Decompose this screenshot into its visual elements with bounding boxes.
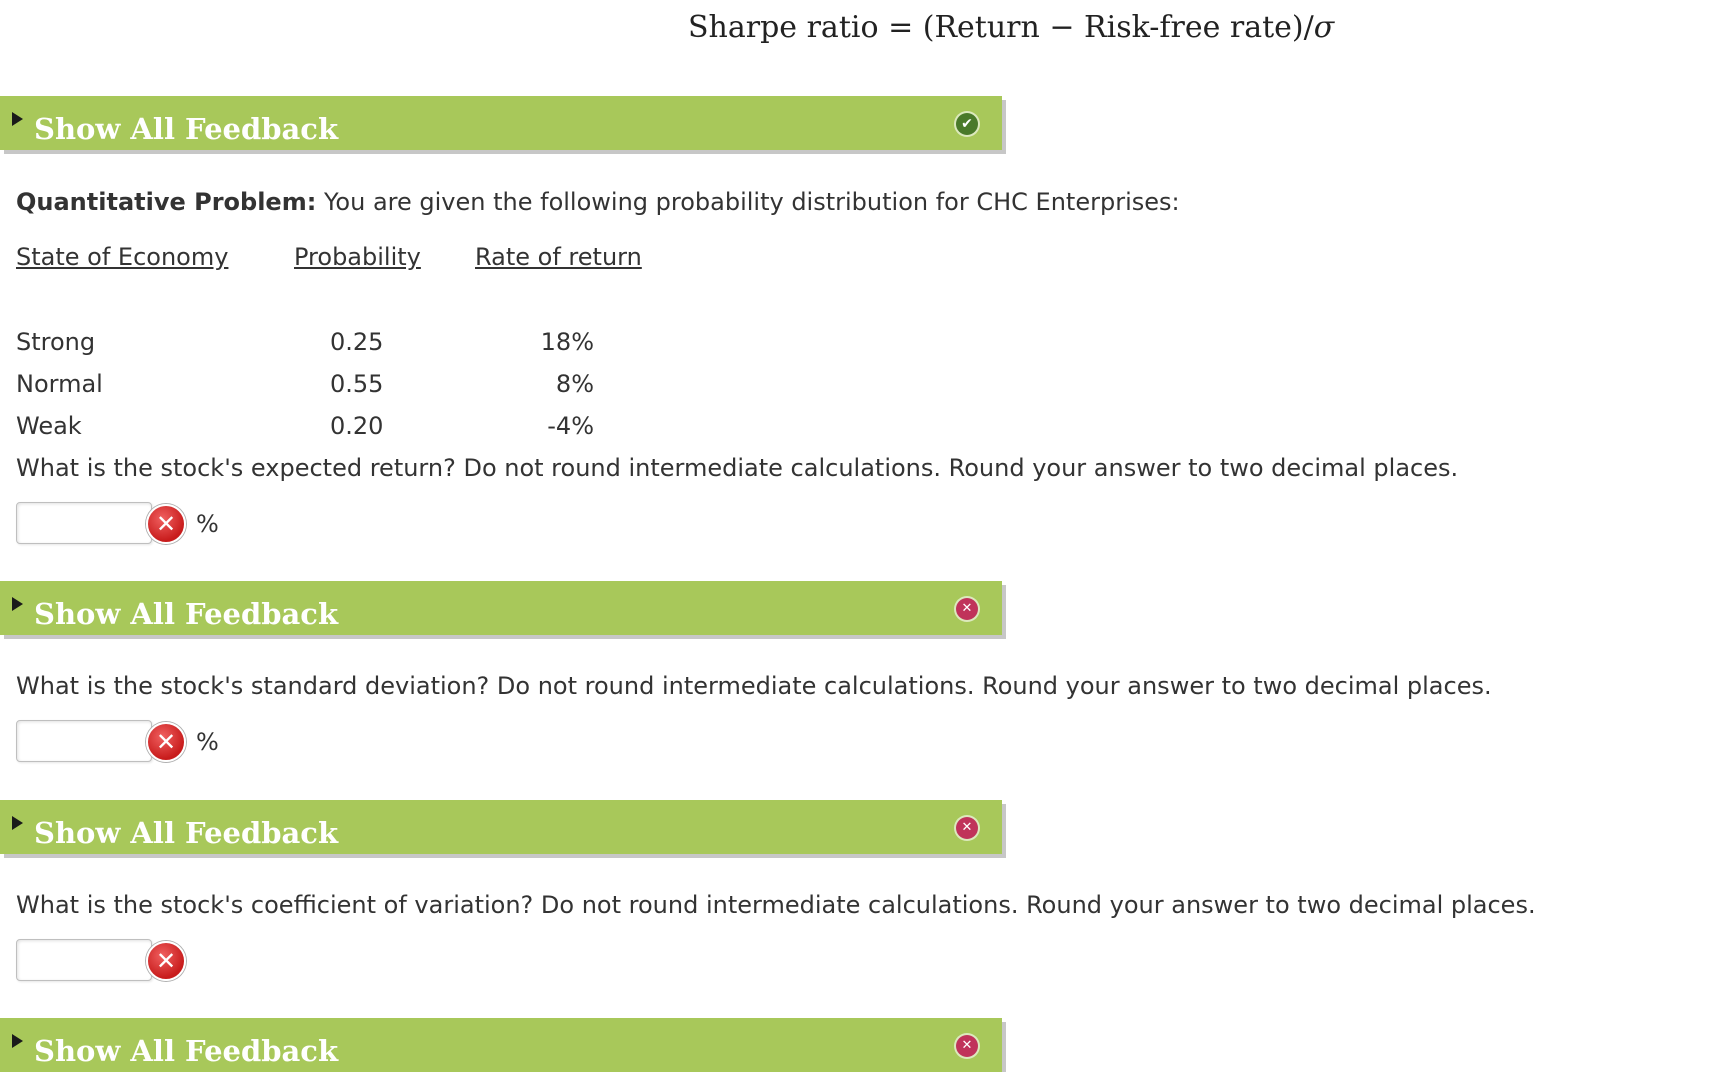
- incorrect-status-icon: ✕: [956, 817, 978, 839]
- row-state: Strong: [16, 328, 96, 356]
- standard-deviation-input[interactable]: [16, 720, 152, 762]
- problem-label: Quantitative Problem:: [16, 188, 317, 216]
- percent-unit: %: [196, 510, 219, 538]
- question-standard-deviation: What is the stock's standard deviation? …: [16, 672, 1492, 700]
- incorrect-status-icon: ✕: [956, 1035, 978, 1057]
- show-all-feedback-bar[interactable]: Show All Feedback ✔: [0, 96, 1002, 150]
- row-state: Weak: [16, 412, 82, 440]
- show-all-feedback-bar[interactable]: Show All Feedback ✕: [0, 800, 1002, 854]
- expand-arrow-icon: [12, 816, 23, 830]
- row-rate: 8%: [555, 370, 594, 398]
- row-rate: -4%: [547, 412, 594, 440]
- problem-intro: You are given the following probability …: [316, 188, 1180, 216]
- header-state-of-economy: State of Economy: [16, 243, 229, 271]
- row-rate: 18%: [540, 328, 594, 356]
- show-all-feedback-bar[interactable]: Show All Feedback ✕: [0, 581, 1002, 635]
- formula-text: Sharpe ratio = (Return − Risk-free rate)…: [688, 10, 1314, 45]
- incorrect-icon: ✕: [146, 722, 186, 762]
- header-rate-of-return: Rate of return: [475, 243, 642, 271]
- show-all-feedback-bar[interactable]: Show All Feedback ✕: [0, 1018, 1002, 1072]
- question-coefficient-of-variation: What is the stock's coefficient of varia…: [16, 891, 1536, 919]
- formula-sigma: σ: [1313, 10, 1335, 45]
- expand-arrow-icon: [12, 1034, 23, 1048]
- incorrect-icon: ✕: [146, 941, 186, 981]
- row-probability: 0.25: [330, 328, 384, 356]
- check-icon: ✔: [956, 113, 978, 135]
- show-all-feedback-label: Show All Feedback: [34, 112, 339, 146]
- question-expected-return: What is the stock's expected return? Do …: [16, 454, 1459, 482]
- row-state: Normal: [16, 370, 103, 398]
- show-all-feedback-label: Show All Feedback: [34, 816, 339, 850]
- expected-return-input[interactable]: [16, 502, 152, 544]
- incorrect-icon: ✕: [146, 504, 186, 544]
- header-probability: Probability: [294, 243, 421, 271]
- incorrect-status-icon: ✕: [956, 598, 978, 620]
- show-all-feedback-label: Show All Feedback: [34, 1034, 339, 1068]
- row-probability: 0.55: [330, 370, 384, 398]
- row-probability: 0.20: [330, 412, 384, 440]
- coefficient-of-variation-input[interactable]: [16, 939, 152, 981]
- percent-unit: %: [196, 728, 219, 756]
- expand-arrow-icon: [12, 112, 23, 126]
- expand-arrow-icon: [12, 597, 23, 611]
- show-all-feedback-label: Show All Feedback: [34, 597, 339, 631]
- sharpe-ratio-formula: Sharpe ratio = (Return − Risk-free rate)…: [688, 10, 1334, 45]
- problem-statement: Quantitative Problem: You are given the …: [16, 188, 1180, 216]
